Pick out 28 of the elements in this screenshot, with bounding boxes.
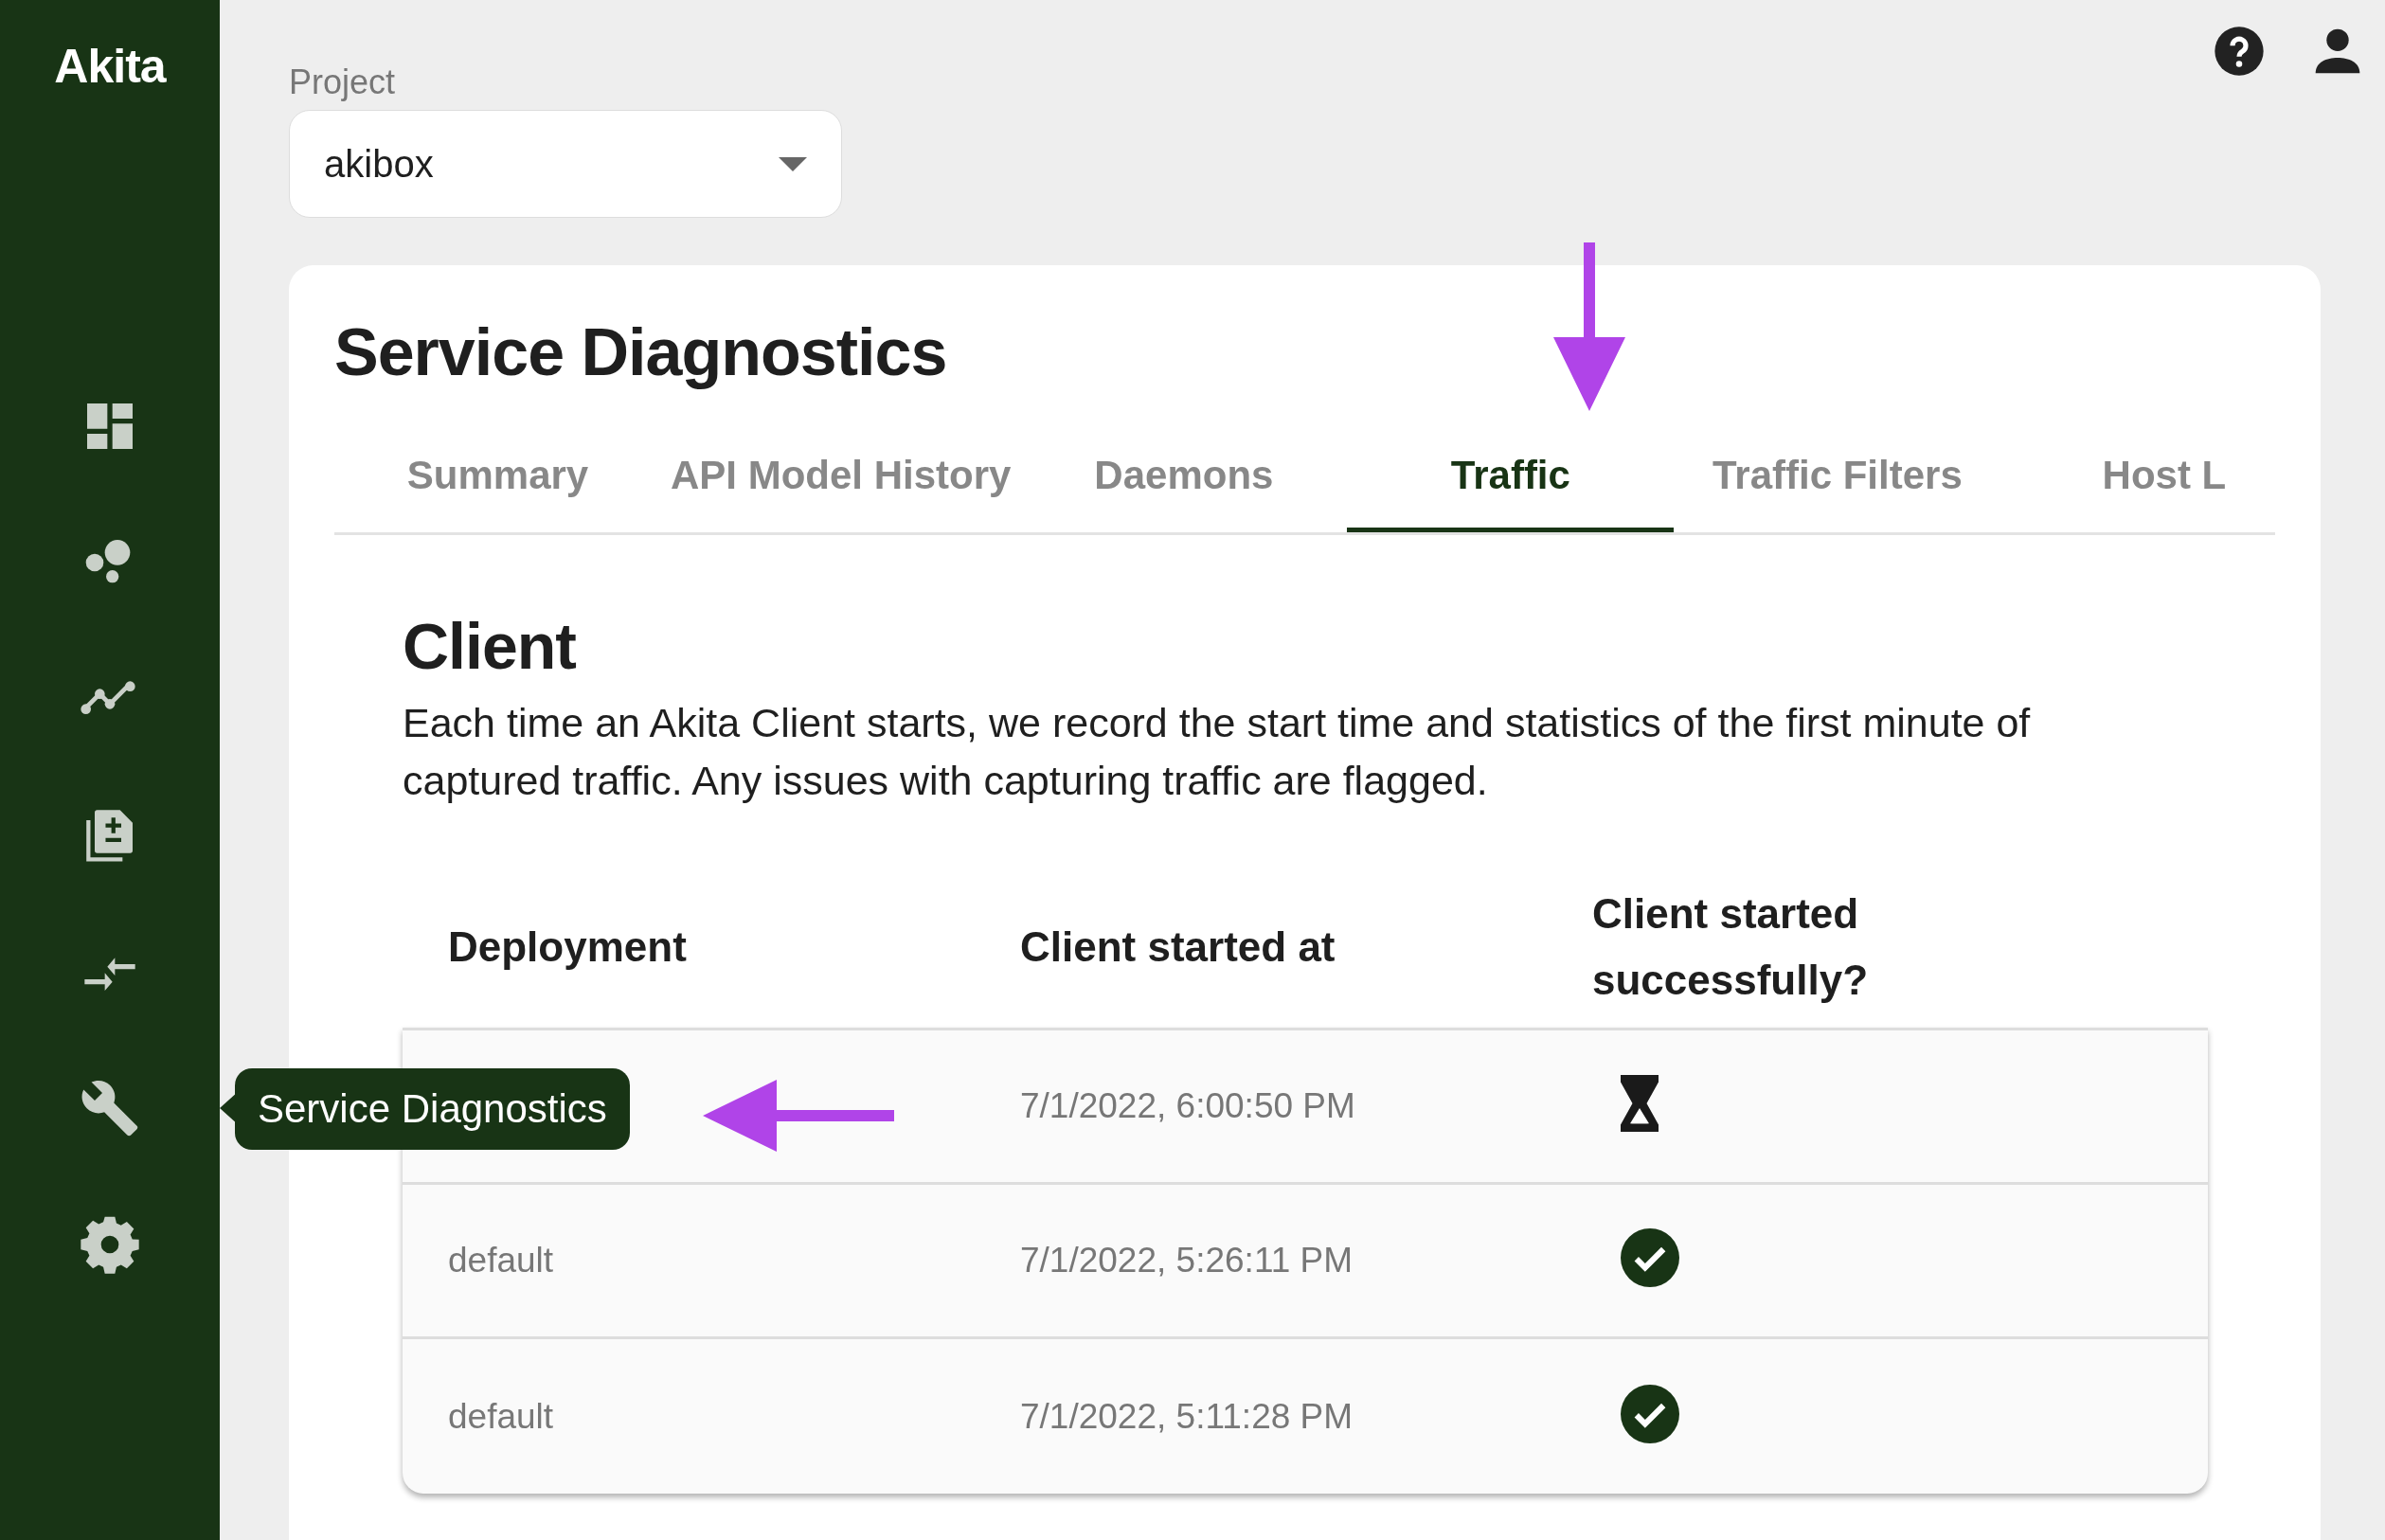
column-header: Client started at xyxy=(1019,922,1336,972)
tab[interactable]: Summary xyxy=(334,409,661,532)
table-cell: default xyxy=(448,1241,554,1280)
gear-icon[interactable] xyxy=(80,1214,140,1275)
tab[interactable]: Traffic Filters xyxy=(1674,409,2001,532)
table-cell: 7/1/2022, 5:26:11 PM xyxy=(1020,1241,1354,1280)
logo: Akita xyxy=(54,39,166,95)
column-header: Deployment xyxy=(447,922,688,972)
page-title: Service Diagnostics xyxy=(334,314,947,391)
tab[interactable]: Daemons xyxy=(1020,409,1348,532)
help-icon[interactable] xyxy=(2213,25,2266,78)
tab[interactable]: Traffic xyxy=(1347,409,1675,532)
table-cell: 7/1/2022, 6:00:50 PM xyxy=(1020,1086,1355,1126)
check-circle-icon xyxy=(1621,1384,1679,1443)
caret-icon xyxy=(779,156,807,171)
hourglass-icon xyxy=(1621,1075,1659,1133)
tooltip: Service Diagnostics xyxy=(235,1068,630,1150)
project-select[interactable]: akibox xyxy=(289,110,842,218)
wrench-icon[interactable] xyxy=(80,1078,140,1138)
project-label: Project xyxy=(289,62,397,103)
section-description: Each time an Akita Client starts, we record the start time and statistics of the first minute of captured traffic. Any issues with capturing traffic are flagged. xyxy=(403,699,2032,805)
tab[interactable]: Host L xyxy=(2000,409,2275,532)
table-cell: 7/1/2022, 5:11:28 PM xyxy=(1020,1396,1354,1436)
column-header: Client started successfully? xyxy=(1591,889,1870,1005)
tab[interactable]: API Model History xyxy=(661,409,1021,532)
table-cell: default xyxy=(448,1396,554,1436)
check-circle-icon xyxy=(1621,1228,1679,1288)
section-heading: Client xyxy=(403,609,577,684)
